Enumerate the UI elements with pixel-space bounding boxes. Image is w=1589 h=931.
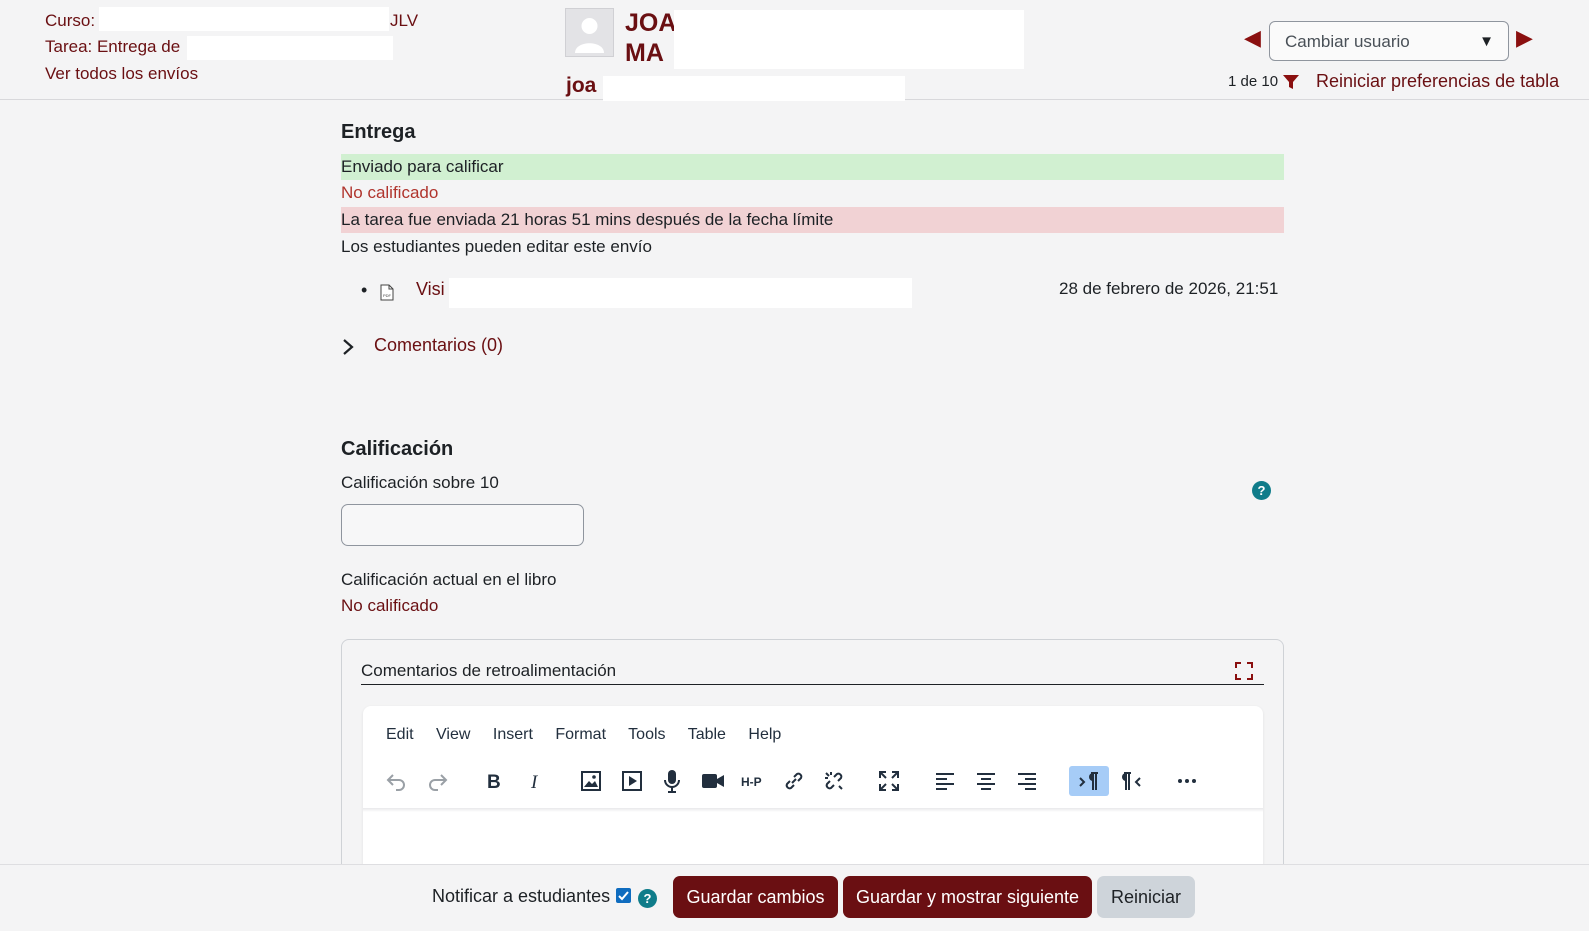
next-arrow-icon[interactable]: ▶ [1516,25,1533,51]
assignment-label[interactable]: Tarea: Entrega de [45,37,180,57]
user-avatar-icon [565,8,614,57]
redacted-assignment-name [187,36,393,60]
gradebook-label: Calificación actual en el libro [341,570,557,589]
status-submitted: Enviado para calificar [341,154,1284,180]
save-changes-button[interactable]: Guardar cambios [673,876,838,918]
menu-tools[interactable]: Tools [628,726,665,743]
notify-students-checkbox[interactable] [616,888,631,903]
submitted-file-link[interactable]: Visi [416,279,445,300]
redacted-user-name [674,10,1024,69]
rtl-icon[interactable] [1116,766,1146,796]
course-label[interactable]: Curso: [45,11,95,31]
svg-text:I: I [530,772,539,793]
submission-title: Entrega [341,121,416,143]
status-grading: No calificado [341,183,439,202]
italic-icon[interactable]: I [520,766,550,796]
change-user-placeholder: Cambiar usuario [1285,32,1410,51]
menu-edit[interactable]: Edit [386,726,414,743]
align-right-icon[interactable] [1012,766,1042,796]
grade-input[interactable] [341,504,584,546]
user-name-line2[interactable]: MA [625,39,664,68]
audio-icon[interactable] [657,766,687,796]
media-icon[interactable] [617,766,647,796]
user-login: joa [566,74,597,97]
image-icon[interactable] [576,766,606,796]
link-icon[interactable] [779,766,809,796]
undo-icon[interactable] [381,766,411,796]
editor-menubar: Edit View Insert Format Tools Table Help [386,726,799,744]
menu-help[interactable]: Help [748,726,781,743]
status-editable: Los estudiantes pueden editar este envío [341,237,652,256]
menu-table[interactable]: Table [688,726,726,743]
page-count: 1 de 10 [1228,73,1279,90]
file-date: 28 de febrero de 2026, 21:51 [1059,279,1279,298]
status-late: La tarea fue enviada 21 horas 51 mins de… [341,207,1284,233]
video-icon[interactable] [698,766,728,796]
more-icon[interactable] [1172,766,1202,796]
list-bullet: • [361,280,368,300]
comments-toggle-link[interactable]: Comentarios (0) [374,335,503,356]
h5p-icon[interactable]: H-P [738,766,768,796]
align-center-icon[interactable] [971,766,1001,796]
redacted-course-name [99,7,389,31]
fullscreen-icon[interactable] [1235,662,1253,680]
redo-icon[interactable] [423,766,453,796]
user-name-line1[interactable]: JOA [625,9,676,38]
unlink-icon[interactable] [819,766,849,796]
grading-title: Calificación [341,438,454,460]
menu-view[interactable]: View [436,726,470,743]
filter-icon[interactable] [1282,74,1300,90]
grade-label: Calificación sobre 10 [341,473,499,492]
redacted-user-login [603,76,905,101]
redacted-file-name [449,278,912,308]
svg-text:B: B [487,772,501,793]
reset-table-preferences-link[interactable]: Reiniciar preferencias de tabla [1316,71,1559,92]
prev-arrow-icon[interactable]: ◀ [1244,25,1261,51]
svg-text:H-P: H-P [741,775,762,789]
menu-insert[interactable]: Insert [493,726,533,743]
menu-format[interactable]: Format [555,726,606,743]
save-and-show-next-button[interactable]: Guardar y mostrar siguiente [843,876,1092,918]
help-icon[interactable]: ? [1252,481,1271,500]
pdf-file-icon: PDF [380,284,394,301]
gradebook-value: No calificado [341,596,439,615]
feedback-title: Comentarios de retroalimentación [361,661,617,680]
toolbar-divider [363,808,1263,812]
fullscreen-editor-icon[interactable] [874,766,904,796]
change-user-select[interactable]: Cambiar usuario ▼ [1269,21,1509,61]
notify-students-label: Notificar a estudiantes [432,886,611,906]
course-name-suffix[interactable]: JLV [390,11,418,31]
chevron-down-icon: ▼ [1479,33,1494,50]
checkbox-check-icon [618,891,629,901]
chevron-right-icon[interactable] [341,337,355,357]
align-left-icon[interactable] [930,766,960,796]
view-all-submissions-link[interactable]: Ver todos los envíos [45,64,198,84]
reset-button[interactable]: Reiniciar [1097,876,1195,918]
divider [361,684,1264,685]
help-icon[interactable]: ? [638,889,657,908]
ltr-icon[interactable] [1069,766,1109,796]
svg-text:PDF: PDF [383,293,392,298]
bold-icon[interactable]: B [479,766,509,796]
